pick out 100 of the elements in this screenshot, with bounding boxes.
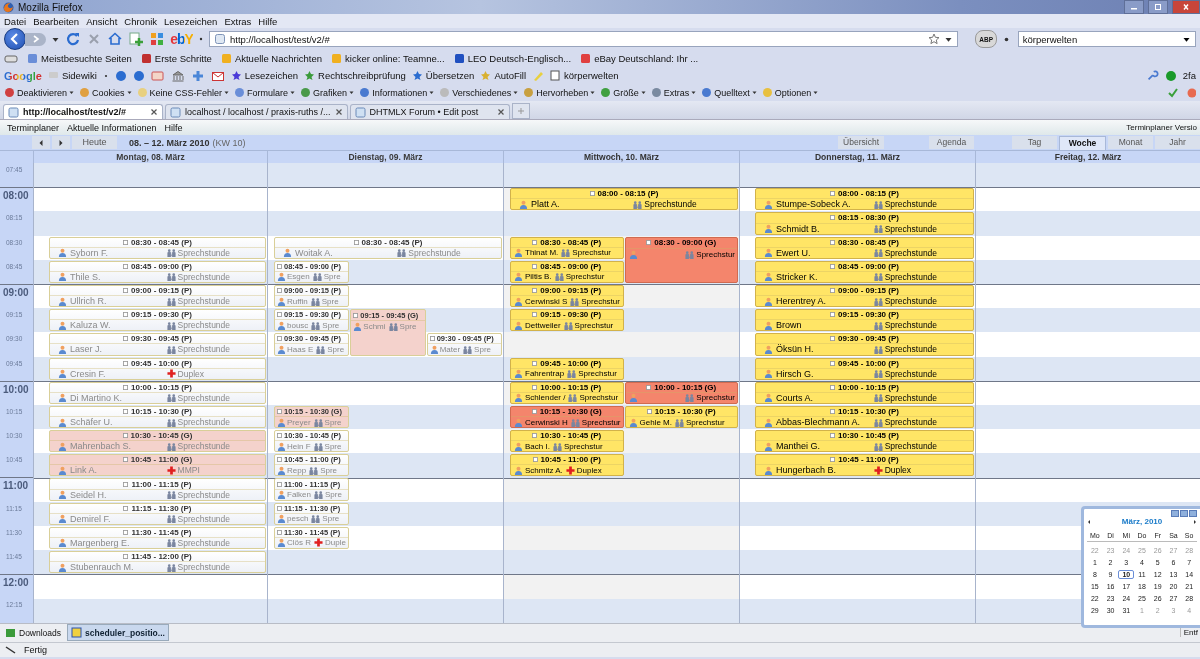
- checkbox-icon[interactable]: [277, 529, 282, 535]
- appointment-card[interactable]: 09:45 - 10:00 (P) Cresin F. Duplex: [49, 357, 266, 380]
- menu-item[interactable]: Terminplaner: [7, 122, 60, 133]
- checkbox-icon[interactable]: [646, 384, 652, 390]
- checkbox-icon[interactable]: [123, 384, 129, 390]
- checkbox-icon[interactable]: [532, 263, 538, 269]
- toolbar-menu[interactable]: Cookies: [79, 87, 132, 98]
- appointment-card[interactable]: 09:45 - 10:00 (P) Fahrentrap Sprechstur: [510, 357, 624, 380]
- appointment-card[interactable]: 10:00 - 10:15 (P) Courts A. Sprechstunde: [755, 381, 974, 404]
- maximize-button[interactable]: [1148, 0, 1168, 14]
- bookmark-item[interactable]: LEO Deutsch-Englisch...: [453, 53, 572, 64]
- appointment-card[interactable]: 08:45 - 09:00 (P) Stricker K. Sprechstunde: [755, 260, 974, 283]
- appointment-card[interactable]: 10:00 - 10:15 (P) Di Martino K. Sprechstunde: [49, 381, 266, 404]
- appointment-card[interactable]: 11:15 - 11:30 (P) Demirel F. Sprechstunde: [49, 502, 266, 525]
- appointment-card[interactable]: 08:30 - 08:45 (P) Syborn F. Sprechstunde: [49, 236, 266, 259]
- checkbox-icon[interactable]: [123, 408, 129, 414]
- next-month-icon[interactable]: [1193, 518, 1197, 525]
- toolbar-menu[interactable]: Quelltext: [701, 87, 757, 98]
- toolbar-menu[interactable]: Verschiedenes: [439, 87, 519, 98]
- globe-icon[interactable]: [132, 69, 145, 82]
- checkbox-icon[interactable]: [277, 263, 282, 269]
- view-tab[interactable]: Woche: [1059, 135, 1106, 150]
- appointment-card[interactable]: 08:30 - 09:00 (G) Sprechstur: [624, 236, 738, 283]
- appointment-card[interactable]: 11:45 - 12:00 (P) Stubenrauch M. Sprechstunde: [49, 551, 266, 574]
- checkbox-icon[interactable]: [277, 312, 282, 318]
- add-page-icon[interactable]: [128, 31, 145, 47]
- checkbox-icon[interactable]: [277, 457, 282, 463]
- menu-item[interactable]: Aktuelle Informationen: [67, 122, 157, 133]
- checkbox-icon[interactable]: [277, 288, 282, 293]
- menu-item[interactable]: Hilfe: [258, 15, 278, 27]
- back-button[interactable]: [4, 28, 26, 50]
- menu-item[interactable]: Bearbeiten: [33, 15, 80, 27]
- toolbar-item[interactable]: Übersetzen: [411, 70, 475, 81]
- bookmark-item[interactable]: eBay Deutschland: Ihr ...: [580, 53, 699, 64]
- menu-item[interactable]: Ansicht: [86, 15, 118, 27]
- google-logo[interactable]: Google: [4, 69, 42, 82]
- view-tab[interactable]: Monat: [1108, 135, 1153, 149]
- toolbar-menu[interactable]: Formulare: [234, 87, 296, 98]
- close-icon[interactable]: [496, 108, 505, 116]
- search-field[interactable]: körperwelten: [1017, 31, 1196, 47]
- checkbox-icon[interactable]: [123, 554, 129, 560]
- next-button[interactable]: [52, 136, 70, 149]
- checkbox-icon[interactable]: [830, 433, 836, 439]
- today-button[interactable]: Heute: [72, 136, 117, 149]
- appointment-card[interactable]: 08:45 - 09:00 (P) Thile S. Sprechstunde: [49, 260, 266, 283]
- checkbox-icon[interactable]: [123, 481, 129, 487]
- checkbox-icon[interactable]: [830, 384, 836, 390]
- appointment-card[interactable]: 10:30 - 10:45 (P) Bach I. Sprechstur: [510, 430, 624, 453]
- checkbox-icon[interactable]: [123, 288, 129, 293]
- appointment-card[interactable]: 08:30 - 08:45 (P) Ewert U. Sprechstunde: [755, 236, 974, 259]
- checkbox-icon[interactable]: [531, 408, 537, 414]
- checkbox-icon[interactable]: [830, 312, 836, 318]
- checkbox-icon[interactable]: [123, 312, 129, 318]
- grid-icon[interactable]: [149, 31, 166, 47]
- appointment-card[interactable]: 10:45 - 11:00 (G) Link A. MMPI: [49, 454, 266, 477]
- appointment-card[interactable]: 08:45 - 09:00 (P) Piltis B. Sprechstur: [510, 260, 624, 283]
- appointment-card[interactable]: 09:00 - 09:15 (P) Ullrich R. Sprechstunde: [49, 284, 266, 308]
- appointment-card[interactable]: 10:15 - 10:30 (P) Schäfer U. Sprechstunde: [49, 405, 266, 429]
- menu-item[interactable]: Extras: [224, 15, 252, 27]
- checkbox-icon[interactable]: [277, 505, 282, 511]
- checkbox-icon[interactable]: [646, 408, 652, 414]
- checkbox-icon[interactable]: [830, 457, 836, 463]
- previous-button[interactable]: [32, 136, 50, 149]
- appointment-card[interactable]: 10:00 - 10:15 (G) Sprechstur: [624, 381, 738, 404]
- checkbox-icon[interactable]: [532, 433, 538, 439]
- appointment-card[interactable]: 08:30 - 08:45 (P) Thinat M. Sprechstur: [510, 236, 624, 259]
- checkbox-icon[interactable]: [429, 336, 435, 342]
- checkbox-icon[interactable]: [123, 239, 129, 245]
- close-icon[interactable]: [334, 108, 343, 116]
- checkbox-icon[interactable]: [123, 529, 129, 535]
- toolbar-item[interactable]: Lesezeichen: [230, 70, 299, 81]
- toolbar-menu[interactable]: Deaktivieren: [4, 87, 75, 98]
- previous-month-icon[interactable]: [1087, 518, 1091, 525]
- checkbox-icon[interactable]: [830, 408, 836, 414]
- appointment-card[interactable]: 08:00 - 08:15 (P) Stumpe-Sobeck A. Sprechstunde: [755, 188, 974, 211]
- downloads-button[interactable]: Downloads: [2, 625, 65, 641]
- overview-button[interactable]: Übersicht: [838, 136, 884, 149]
- appointment-card[interactable]: 09:00 - 09:15 (P) Herentrey A. Sprechstunde: [755, 284, 974, 308]
- appointment-card[interactable]: 10:00 - 10:15 (P) Schlender / Sprechstur: [510, 381, 624, 404]
- browser-tab[interactable]: localhost / localhost / praxis-ruths /...: [165, 104, 348, 119]
- home-icon[interactable]: [107, 31, 124, 47]
- menu-item[interactable]: Lesezeichen: [164, 15, 218, 27]
- checkbox-icon[interactable]: [532, 384, 538, 390]
- appointment-card[interactable]: 10:30 - 10:45 (P) Manthei G. Sprechstunde: [755, 430, 974, 453]
- appointment-card[interactable]: 09:00 - 09:15 (P) Cerwinski S Sprechstur: [510, 284, 624, 308]
- appointment-card[interactable]: 09:15 - 09:30 (P) Kaluza W. Sprechstunde: [49, 309, 266, 332]
- toolbar-menu[interactable]: Extras: [650, 87, 697, 98]
- checkbox-icon[interactable]: [277, 433, 282, 439]
- plus-icon[interactable]: [190, 69, 205, 82]
- menu-item[interactable]: Datei: [4, 15, 27, 27]
- checkbox-icon[interactable]: [123, 263, 129, 269]
- checkbox-icon[interactable]: [830, 288, 836, 293]
- close-icon[interactable]: [150, 108, 158, 116]
- appointment-card[interactable]: 10:15 - 10:30 (P) Gehle M. Sprechstur: [624, 405, 738, 429]
- checkbox-icon[interactable]: [122, 457, 128, 463]
- bank-icon[interactable]: [170, 69, 185, 82]
- checkbox-icon[interactable]: [123, 336, 129, 342]
- minimize-button[interactable]: [1124, 0, 1144, 14]
- checkbox-icon[interactable]: [830, 263, 836, 269]
- toolbar-icon[interactable]: [4, 52, 18, 65]
